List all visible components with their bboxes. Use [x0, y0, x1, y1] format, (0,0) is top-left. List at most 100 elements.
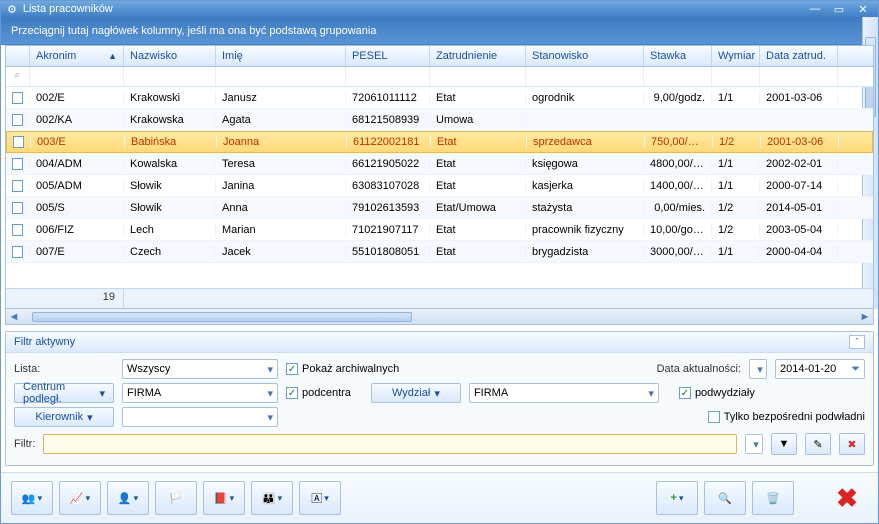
funnel-icon: ▼ [779, 438, 790, 450]
grid-filter-row[interactable]: ⌕ [6, 67, 873, 87]
column-stanowisko[interactable]: Stanowisko [526, 46, 644, 66]
scroll-right-icon[interactable]: ► [857, 311, 873, 323]
view-button[interactable]: 🔍 [704, 481, 746, 515]
cell: Etat [431, 136, 527, 148]
column-pesel[interactable]: PESEL [346, 46, 430, 66]
add-button[interactable]: +▾ [656, 481, 698, 515]
flag-icon: 🏳️ [169, 492, 183, 505]
cell: Krakowska [124, 114, 216, 126]
cell: 61122002181 [347, 136, 431, 148]
horizontal-scrollbar[interactable]: ◄ ► [5, 309, 874, 325]
lista-combo[interactable]: Wszyscy▾ [122, 359, 278, 379]
close-window-button[interactable]: ✖ [826, 481, 868, 515]
cell: Etat [430, 158, 526, 170]
cell: Jacek [216, 246, 346, 258]
date-mini-dropdown[interactable]: ▾ [749, 359, 767, 379]
cell: Etat [430, 246, 526, 258]
cell: 005/ADM [30, 180, 124, 192]
filter-panel: Filtr aktywny ˆ Lista: Wszyscy▾ ✓Pokaż a… [5, 331, 874, 466]
cell [6, 180, 30, 192]
minimize-button[interactable]: — [806, 2, 824, 16]
cell: 750,00/mies. [645, 136, 713, 148]
cell [6, 202, 30, 214]
toolbar-btn-1[interactable]: 👥▾ [11, 481, 53, 515]
centrum-combo[interactable]: FIRMA▾ [122, 383, 278, 403]
column-data-zatrud[interactable]: Data zatrud. [760, 46, 838, 66]
cell: Etat [430, 180, 526, 192]
podwydzialy-checkbox[interactable]: ✓podwydziały [679, 387, 755, 399]
filter-builder-button[interactable]: ✎ [805, 433, 831, 455]
cell: 71021907117 [346, 224, 430, 236]
scroll-left-icon[interactable]: ◄ [6, 311, 22, 323]
data-grid: Akronim▲ Nazwisko Imię PESEL Zatrudnieni… [5, 45, 874, 309]
podcentra-checkbox[interactable]: ✓podcentra [286, 387, 351, 399]
table-row[interactable]: 003/EBabińskaJoanna61122002181Etatsprzed… [6, 131, 873, 153]
cell: 2000-07-14 [760, 180, 838, 192]
cell [6, 114, 30, 126]
cell: Teresa [216, 158, 346, 170]
close-button[interactable]: ✕ [854, 2, 872, 16]
data-aktualnosci-field[interactable]: 2014-01-20⏷ [775, 359, 865, 379]
table-row[interactable]: 006/FIZLechMarian71021907117Etatpracowni… [6, 219, 873, 241]
maximize-button[interactable]: ▭ [830, 2, 848, 16]
cell: Joanna [217, 136, 347, 148]
column-nazwisko[interactable]: Nazwisko [124, 46, 216, 66]
titlebar: ⚙ Lista pracowników — ▭ ✕ [1, 1, 878, 17]
toolbar-btn-2[interactable]: 📈▾ [59, 481, 101, 515]
cell: Etat/Umowa [430, 202, 526, 214]
cell: Słowik [124, 180, 216, 192]
collapse-button[interactable]: ˆ [849, 335, 865, 349]
column-checkbox[interactable] [6, 46, 30, 66]
table-row[interactable]: 004/ADMKowalskaTeresa66121905022Etatksię… [6, 153, 873, 175]
cell: 1/1 [712, 180, 760, 192]
cell: 0,00/mies. [644, 202, 712, 214]
toolbar-btn-3[interactable]: 👤▾ [107, 481, 149, 515]
delete-button[interactable]: 🗑️ [752, 481, 794, 515]
wydzial-button[interactable]: Wydział▾ [371, 383, 461, 403]
cell: stażysta [526, 202, 644, 214]
funnel-x-icon: ✖ [847, 438, 856, 451]
toolbar-btn-7[interactable]: 🄰▾ [299, 481, 341, 515]
column-zatrudnienie[interactable]: Zatrudnienie [430, 46, 526, 66]
cell: 79102613593 [346, 202, 430, 214]
apply-filter-button[interactable]: ▼ [771, 433, 797, 455]
column-wymiar[interactable]: Wymiar [712, 46, 760, 66]
wydzial-combo[interactable]: FIRMA▾ [469, 383, 659, 403]
kierownik-combo[interactable]: ▾ [122, 407, 278, 427]
window-title: Lista pracowników [23, 3, 806, 15]
cell: 1/1 [712, 246, 760, 258]
pokaz-archiwalnych-checkbox[interactable]: ✓Pokaż archiwalnych [286, 363, 399, 375]
table-row[interactable]: 005/SSłowikAnna79102613593Etat/Umowastaż… [6, 197, 873, 219]
toolbar-btn-5[interactable]: 📕▾ [203, 481, 245, 515]
toolbar-btn-6[interactable]: 👪▾ [251, 481, 293, 515]
cell [6, 92, 30, 104]
table-row[interactable]: 005/ADMSłowikJanina63083107028Etatkasjer… [6, 175, 873, 197]
cell: 72061011112 [346, 92, 430, 104]
centrum-button[interactable]: Centrum podległ.▾ [14, 383, 114, 403]
cell: 1/2 [713, 136, 761, 148]
table-row[interactable]: 002/EKrakowskiJanusz72061011112Etatogrod… [6, 87, 873, 109]
filter-icon[interactable]: ⌕ [6, 67, 30, 86]
table-row[interactable]: 007/ECzechJacek55101808051Etatbrygadzist… [6, 241, 873, 263]
scrollbar-thumb-h[interactable] [32, 312, 412, 322]
cell: 55101808051 [346, 246, 430, 258]
cell: brygadzista [526, 246, 644, 258]
column-imie[interactable]: Imię [216, 46, 346, 66]
filter-dropdown[interactable]: ▾ [745, 434, 763, 454]
grid-header-row: Akronim▲ Nazwisko Imię PESEL Zatrudnieni… [6, 46, 873, 67]
chart-icon: 📈 [70, 492, 84, 505]
kierownik-button[interactable]: Kierownik▾ [14, 407, 114, 427]
column-stawka[interactable]: Stawka [644, 46, 712, 66]
employee-list-window: ⚙ Lista pracowników — ▭ ✕ Przeciągnij tu… [0, 0, 879, 524]
filtr-label: Filtr: [14, 438, 35, 450]
column-akronim[interactable]: Akronim▲ [30, 46, 124, 66]
cell: 2000-04-04 [760, 246, 838, 258]
text-icon: 🄰 [311, 490, 322, 506]
filter-input[interactable] [43, 434, 737, 454]
tylko-bezposredni-checkbox[interactable]: Tylko bezpośredni podwładni [708, 411, 865, 423]
toolbar-btn-4[interactable]: 🏳️ [155, 481, 197, 515]
clear-filter-button[interactable]: ✖ [839, 433, 865, 455]
cell: 63083107028 [346, 180, 430, 192]
table-row[interactable]: 002/KAKrakowskaAgata68121508939Umowa [6, 109, 873, 131]
group-by-bar[interactable]: Przeciągnij tutaj nagłówek kolumny, jeśl… [1, 17, 878, 45]
